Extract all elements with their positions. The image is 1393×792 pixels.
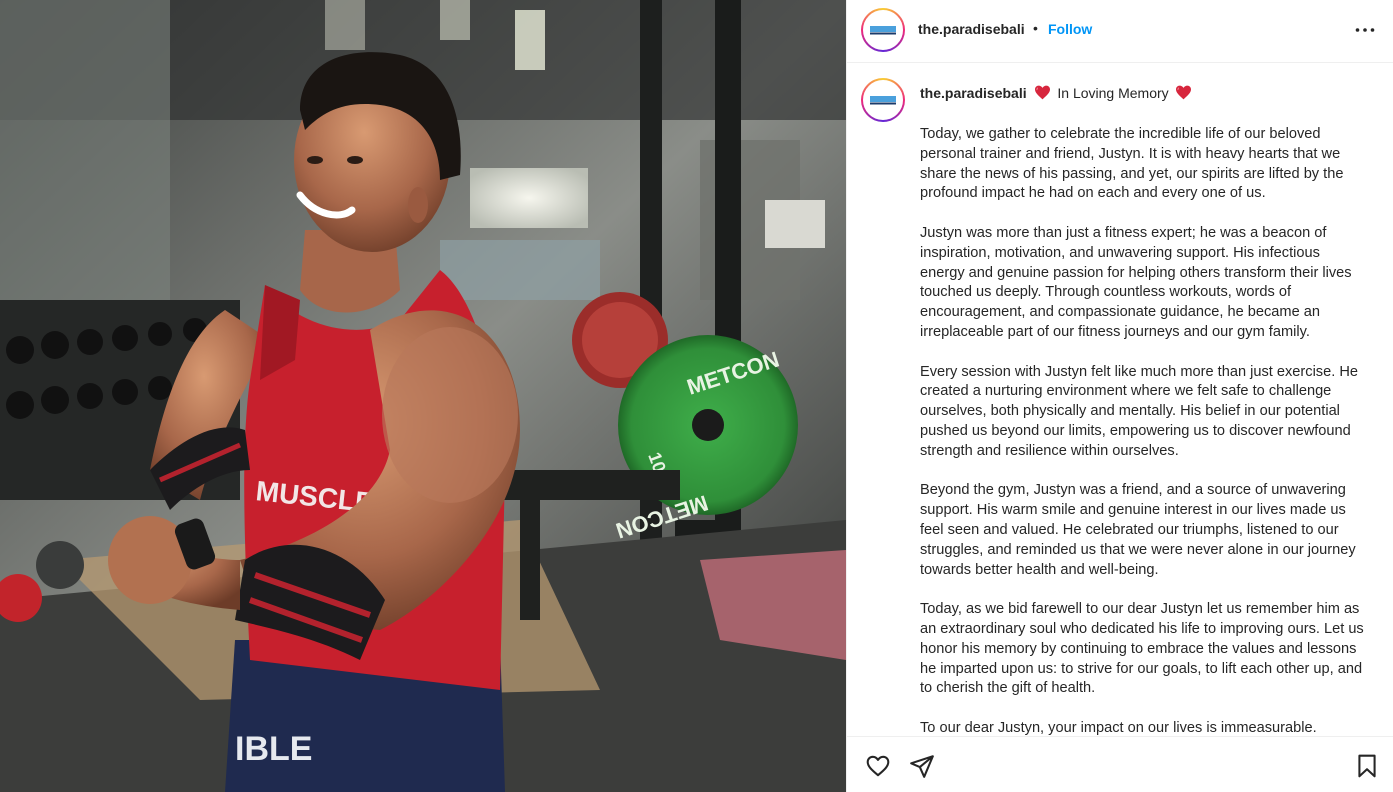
gym-photo-illustration: METCON METCON 10 IBLE MUSCLE xyxy=(0,0,846,792)
post-header: the.paradisebali • Follow xyxy=(847,0,1393,63)
caption-paragraph: To our dear Justyn, your impact on our l… xyxy=(920,719,1317,736)
caption-paragraph: Beyond the gym, Justyn was a friend, and… xyxy=(920,482,1356,578)
heart-outline-icon[interactable] xyxy=(865,753,891,779)
shorts-text: IBLE xyxy=(235,730,312,768)
header-username[interactable]: the.paradisebali xyxy=(918,21,1025,37)
paradise-logo-icon xyxy=(869,93,897,107)
more-horizontal-icon[interactable] xyxy=(1353,20,1377,40)
post-photo[interactable]: METCON METCON 10 IBLE MUSCLE xyxy=(0,0,846,792)
paper-plane-icon[interactable] xyxy=(909,753,935,779)
post-side-panel: the.paradisebali • Follow the.paradiseba… xyxy=(846,0,1393,792)
red-heart-emoji-icon xyxy=(1035,85,1051,100)
header-separator: • xyxy=(1033,20,1038,36)
avatar[interactable] xyxy=(861,8,905,52)
caption-body: Today, we gather to celebrate the incred… xyxy=(920,125,1368,736)
red-heart-emoji-icon xyxy=(1175,85,1191,100)
post-action-bar xyxy=(847,736,1393,792)
caption-username[interactable]: the.paradisebali xyxy=(920,85,1027,101)
follow-button[interactable]: Follow xyxy=(1048,21,1092,37)
caption-avatar[interactable] xyxy=(861,78,905,122)
caption-title: In Loving Memory xyxy=(1057,85,1169,101)
bookmark-outline-icon[interactable] xyxy=(1354,753,1380,779)
caption-scroll-area[interactable]: the.paradisebali In Loving Memory Today,… xyxy=(847,64,1393,736)
paradise-logo-icon xyxy=(869,23,897,37)
caption-header: the.paradisebali In Loving Memory xyxy=(920,85,1192,101)
caption-paragraph: Today, we gather to celebrate the incred… xyxy=(920,126,1344,202)
caption-paragraph: Every session with Justyn felt like much… xyxy=(920,363,1358,459)
caption-paragraph: Today, as we bid farewell to our dear Ju… xyxy=(920,601,1364,697)
caption-paragraph: Justyn was more than just a fitness expe… xyxy=(920,224,1352,340)
